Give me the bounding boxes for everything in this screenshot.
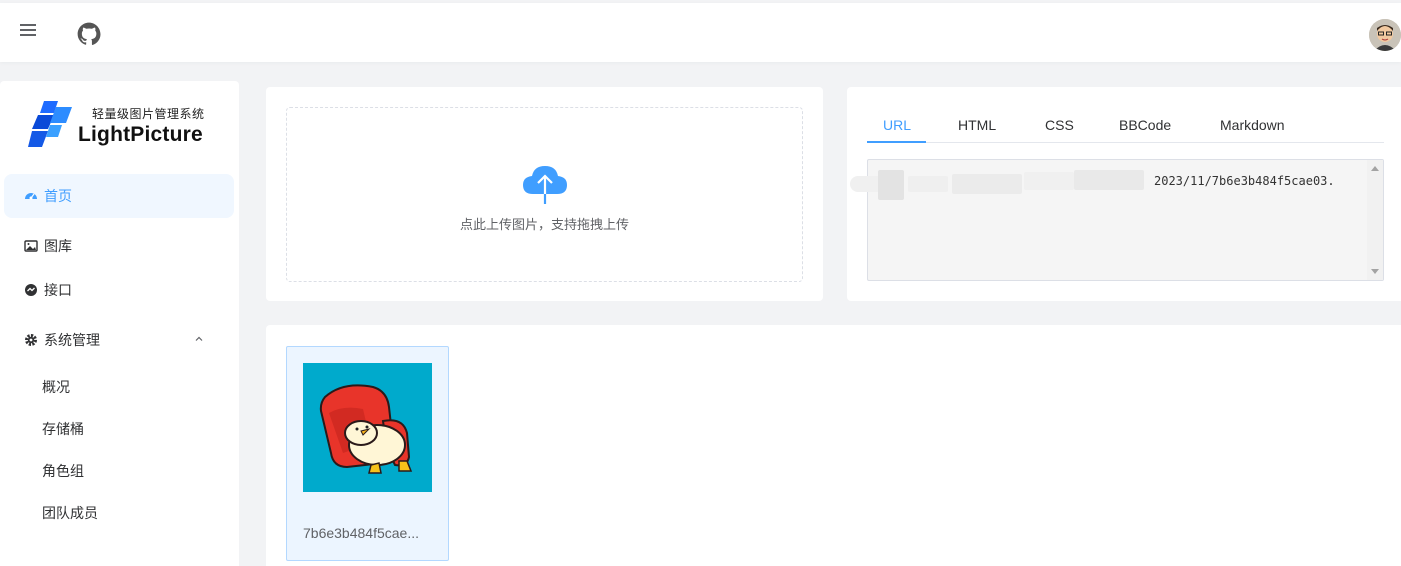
redacted-region <box>952 174 1022 194</box>
top-header <box>0 3 1401 62</box>
github-icon[interactable] <box>76 21 102 47</box>
tab-html[interactable]: HTML <box>958 117 996 133</box>
sidebar-item-home[interactable]: 首页 <box>4 174 234 218</box>
sidebar-subitem-members[interactable]: 团队成员 <box>42 503 98 523</box>
avatar-face-icon <box>1369 19 1401 51</box>
picture-name: 7b6e3b484f5cae... <box>303 525 419 541</box>
redacted-region <box>878 170 904 200</box>
sidebar-subitem-roles[interactable]: 角色组 <box>42 461 84 481</box>
logo[interactable]: 轻量级图片管理系统 LightPicture <box>28 101 218 153</box>
thumbnail-image <box>303 363 432 492</box>
logo-subtitle: 轻量级图片管理系统 <box>92 107 205 121</box>
link-format-tabs: URL HTML CSS BBCode Markdown <box>867 107 1384 143</box>
image-icon <box>24 239 38 253</box>
logo-mark-icon <box>28 101 72 147</box>
user-avatar[interactable] <box>1369 19 1401 51</box>
scroll-down-icon[interactable] <box>1371 269 1379 274</box>
gear-icon <box>24 333 38 347</box>
redacted-region <box>1074 170 1144 190</box>
chevron-up-icon[interactable] <box>194 334 204 344</box>
sidebar-subitem-overview[interactable]: 概况 <box>42 377 70 397</box>
sidebar-item-system[interactable]: 系统管理 <box>4 318 234 362</box>
logo-name: LightPicture <box>78 123 203 146</box>
active-tab-indicator <box>867 141 926 143</box>
sidebar-item-api[interactable]: 接口 <box>4 268 234 312</box>
tab-markdown[interactable]: Markdown <box>1220 117 1285 133</box>
tab-url[interactable]: URL <box>883 117 911 133</box>
sidebar-item-label: 系统管理 <box>44 332 100 348</box>
recent-uploads-card: 7b6e3b484f5cae... <box>266 325 1401 566</box>
picture-tile[interactable]: 7b6e3b484f5cae... <box>286 346 449 561</box>
tab-bbcode[interactable]: BBCode <box>1119 117 1171 133</box>
redacted-region <box>908 176 948 192</box>
picture-thumbnail[interactable] <box>303 363 432 492</box>
sidebar: 轻量级图片管理系统 LightPicture 首页 图库 接口 系统管理 概况 … <box>0 81 239 566</box>
dashboard-icon <box>24 189 38 203</box>
sidebar-subitem-storage[interactable]: 存储桶 <box>42 419 84 439</box>
api-icon <box>24 283 38 297</box>
link-output-card: URL HTML CSS BBCode Markdown 2023/11/7b6… <box>847 87 1401 301</box>
upload-dropzone[interactable]: 点此上传图片，支持拖拽上传 <box>286 107 803 282</box>
upload-card: 点此上传图片，支持拖拽上传 <box>266 87 823 301</box>
hamburger-icon[interactable] <box>18 21 40 43</box>
redacted-region <box>1024 172 1074 190</box>
textarea-scrollbar[interactable] <box>1367 160 1383 280</box>
cloud-upload-icon <box>523 166 567 204</box>
link-output-textarea[interactable]: 2023/11/7b6e3b484f5cae03. <box>850 159 1384 281</box>
scroll-up-icon[interactable] <box>1371 166 1379 171</box>
sidebar-item-label: 接口 <box>44 282 72 298</box>
upload-hint: 点此上传图片，支持拖拽上传 <box>459 217 629 232</box>
sidebar-item-gallery[interactable]: 图库 <box>4 224 234 268</box>
sidebar-item-label: 首页 <box>44 188 72 204</box>
sidebar-item-label: 图库 <box>44 238 72 254</box>
tab-css[interactable]: CSS <box>1045 117 1074 133</box>
link-output-value: 2023/11/7b6e3b484f5cae03. <box>1154 174 1335 188</box>
